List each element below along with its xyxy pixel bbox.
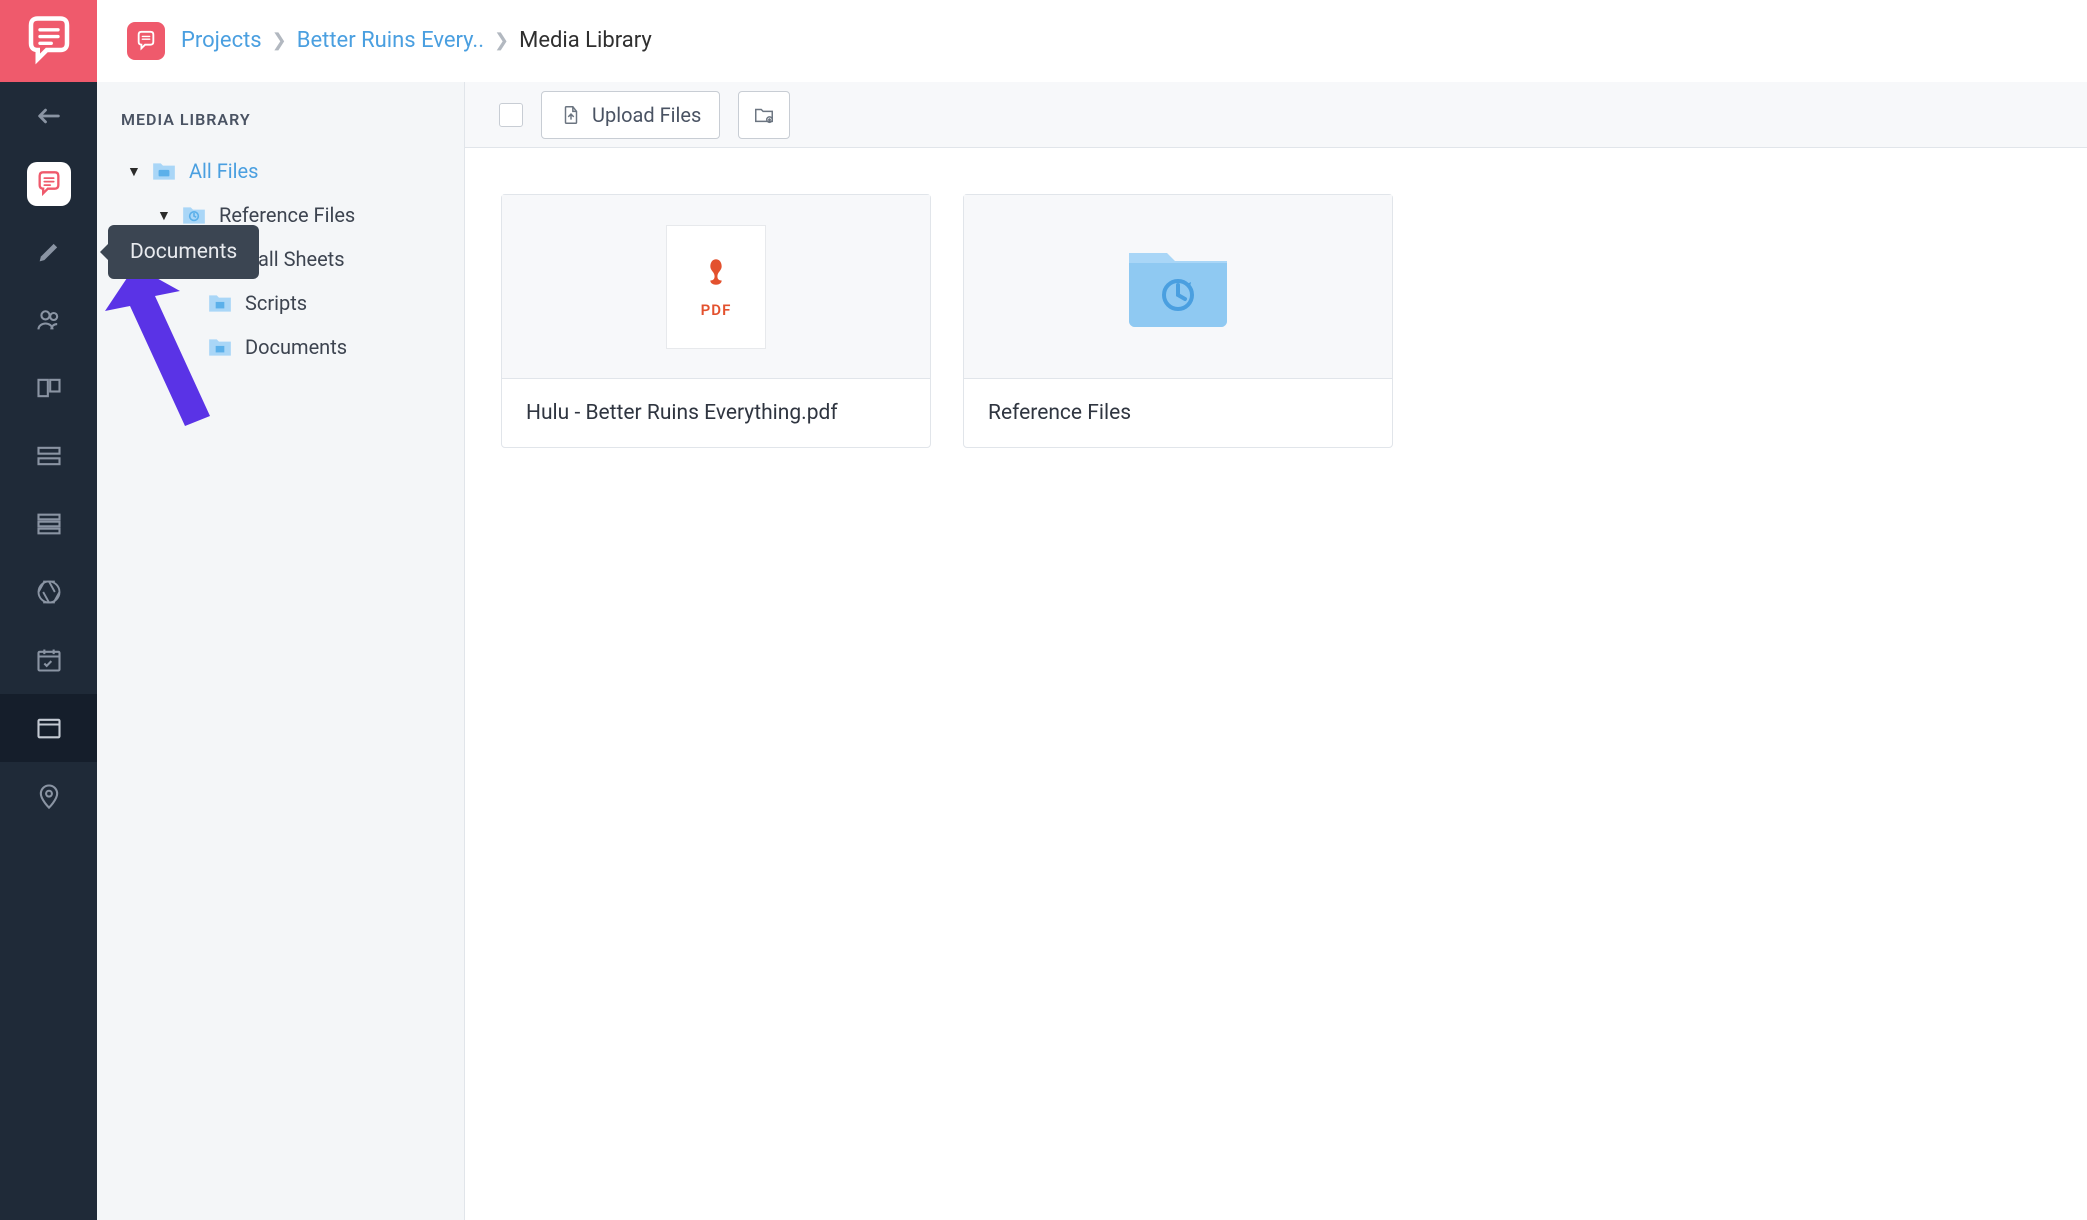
- nav-calendar[interactable]: [0, 626, 97, 694]
- pdf-label: PDF: [701, 301, 732, 319]
- folder-sync-icon: [181, 204, 207, 226]
- nav-rows[interactable]: [0, 490, 97, 558]
- tree-documents[interactable]: Documents: [121, 325, 444, 369]
- files-toolbar: Upload Files: [465, 82, 2087, 148]
- tree-label: All Files: [189, 159, 258, 183]
- select-all-checkbox[interactable]: [499, 103, 523, 127]
- tree-label: Reference Files: [219, 203, 355, 227]
- nav-documents[interactable]: [0, 694, 97, 762]
- upload-button-label: Upload Files: [592, 103, 701, 127]
- pdf-icon: PDF: [666, 225, 766, 349]
- tree-label: Call Sheets: [245, 247, 345, 271]
- caret-down-icon: ▼: [157, 207, 175, 224]
- folder-sync-icon: [1123, 241, 1233, 333]
- main-area: Projects ❯ Better Ruins Every.. ❯ Media …: [97, 0, 2087, 1220]
- nav-aperture[interactable]: [0, 558, 97, 626]
- folder-icon: [207, 292, 233, 314]
- folder-icon: [151, 160, 177, 182]
- nav-people[interactable]: [0, 286, 97, 354]
- tree-label: Scripts: [245, 291, 307, 315]
- caret-down-icon: ▼: [127, 163, 145, 180]
- tree-label: Documents: [245, 335, 347, 359]
- app-logo[interactable]: [0, 0, 97, 82]
- new-folder-icon: [753, 104, 775, 126]
- breadcrumb-projects[interactable]: Projects: [181, 28, 262, 53]
- files-area: Upload Files PDF Hulu - Better Ruins Eve…: [465, 82, 2087, 1220]
- nav-breakdown[interactable]: [0, 422, 97, 490]
- left-nav: [0, 0, 97, 1220]
- upload-files-button[interactable]: Upload Files: [541, 91, 720, 139]
- nav-edit[interactable]: [0, 218, 97, 286]
- nav-boards[interactable]: [0, 354, 97, 422]
- files-grid: PDF Hulu - Better Ruins Everything.pdf: [465, 148, 2087, 494]
- folder-icon: [207, 336, 233, 358]
- breadcrumb: Projects ❯ Better Ruins Every.. ❯ Media …: [97, 0, 2087, 82]
- nav-project[interactable]: [0, 150, 97, 218]
- breadcrumb-project-name[interactable]: Better Ruins Every..: [297, 28, 484, 53]
- nav-location[interactable]: [0, 762, 97, 830]
- file-thumbnail: PDF: [502, 195, 930, 379]
- breadcrumb-current: Media Library: [519, 28, 652, 53]
- nav-tooltip: Documents: [108, 225, 259, 279]
- chevron-right-icon: ❯: [494, 30, 509, 51]
- new-folder-button[interactable]: [738, 91, 790, 139]
- breadcrumb-icon[interactable]: [127, 22, 165, 60]
- folder-thumbnail: [964, 195, 1392, 379]
- tree-all-files[interactable]: ▼ All Files: [121, 149, 444, 193]
- file-name: Hulu - Better Ruins Everything.pdf: [502, 379, 930, 447]
- file-card-folder[interactable]: Reference Files: [963, 194, 1393, 448]
- tree-title: MEDIA LIBRARY: [121, 110, 444, 129]
- nav-back[interactable]: [0, 82, 97, 150]
- upload-icon: [560, 104, 582, 126]
- folder-name: Reference Files: [964, 379, 1392, 447]
- chevron-right-icon: ❯: [272, 30, 287, 51]
- tree-scripts[interactable]: Scripts: [121, 281, 444, 325]
- file-card-pdf[interactable]: PDF Hulu - Better Ruins Everything.pdf: [501, 194, 931, 448]
- tooltip-label: Documents: [130, 240, 237, 264]
